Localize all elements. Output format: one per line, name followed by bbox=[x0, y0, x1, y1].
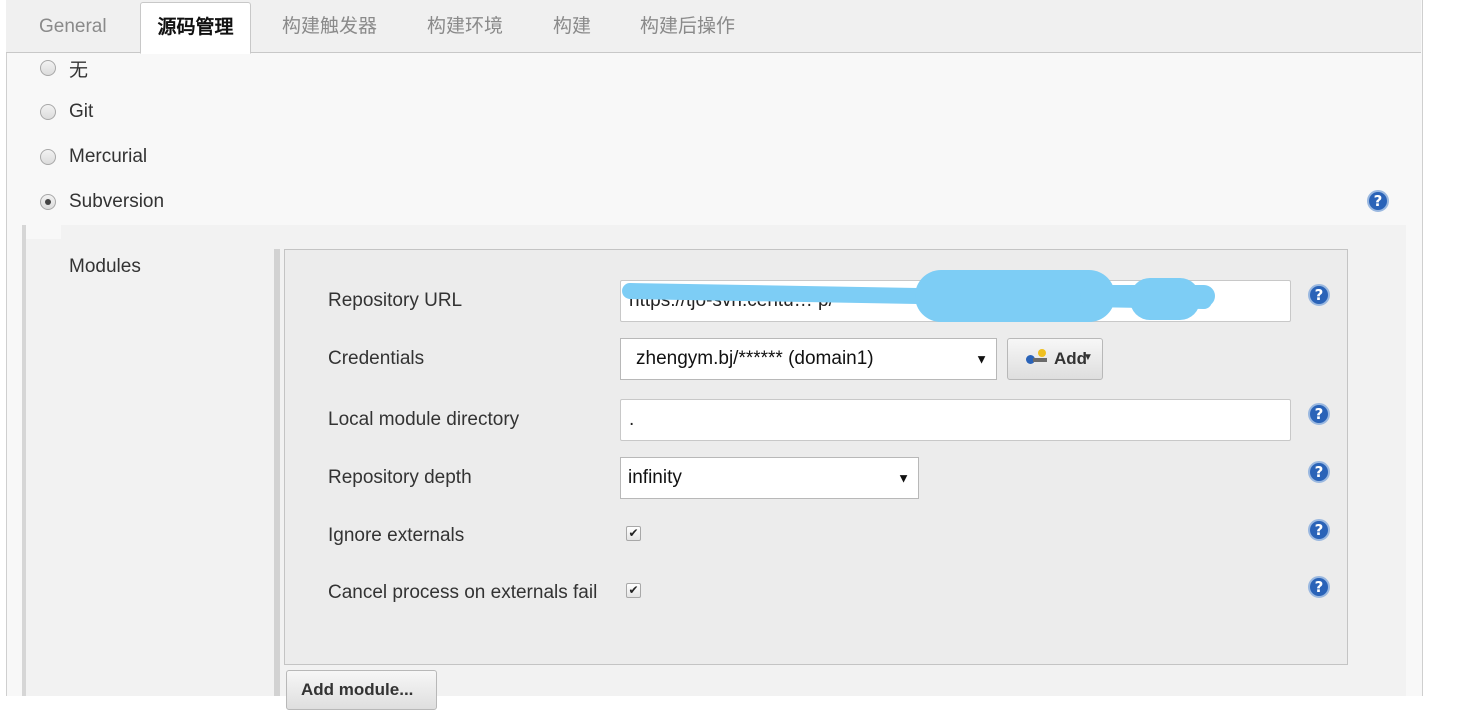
help-icon[interactable]: ? bbox=[1308, 461, 1330, 483]
scm-option-label: 无 bbox=[69, 59, 89, 81]
help-icon[interactable]: ? bbox=[1308, 576, 1330, 598]
ignore-externals-label: Ignore externals bbox=[328, 525, 465, 546]
modules-label: Modules bbox=[69, 256, 141, 277]
section-notch bbox=[26, 225, 61, 239]
ignore-externals-checkbox[interactable]: ✔ bbox=[626, 526, 641, 541]
scm-option-mercurial[interactable]: Mercurial bbox=[40, 142, 147, 172]
redaction-mark bbox=[1130, 278, 1200, 320]
tab-build[interactable]: 构建 bbox=[553, 0, 591, 52]
help-icon[interactable]: ? bbox=[1308, 284, 1330, 306]
local-module-directory-label: Local module directory bbox=[328, 409, 520, 430]
tab-build-environment[interactable]: 构建环境 bbox=[427, 0, 503, 52]
cancel-process-checkbox[interactable]: ✔ bbox=[626, 583, 641, 598]
radio-button[interactable] bbox=[40, 60, 56, 76]
repository-depth-label: Repository depth bbox=[328, 467, 472, 488]
repository-url-label: Repository URL bbox=[328, 290, 463, 311]
repository-depth-select[interactable]: infinity ▼ bbox=[620, 457, 919, 499]
scm-option-label: Mercurial bbox=[69, 146, 148, 167]
tab-post-build-actions[interactable]: 构建后操作 bbox=[640, 0, 735, 52]
radio-button[interactable] bbox=[40, 149, 56, 165]
local-module-directory-value: . bbox=[629, 409, 635, 430]
help-icon[interactable]: ? bbox=[1308, 403, 1330, 425]
add-credentials-button[interactable]: Add ▼ bbox=[1007, 338, 1103, 380]
add-module-button[interactable]: Add module... bbox=[286, 670, 437, 710]
scm-option-label: Git bbox=[69, 101, 94, 122]
section-indent-bar bbox=[22, 225, 26, 696]
radio-button[interactable] bbox=[40, 104, 56, 120]
chevron-down-icon: ▼ bbox=[975, 351, 988, 367]
modules-indent-bar bbox=[274, 249, 280, 696]
radio-button-selected[interactable] bbox=[40, 194, 56, 210]
tab-source-code-management[interactable]: 源码管理 bbox=[140, 2, 251, 54]
scm-option-label: Subversion bbox=[69, 191, 165, 212]
cancel-process-label: Cancel process on externals fail bbox=[328, 582, 598, 603]
scm-option-subversion[interactable]: Subversion bbox=[40, 187, 164, 217]
scm-option-git[interactable]: Git bbox=[40, 97, 93, 127]
tab-general[interactable]: General bbox=[39, 0, 107, 52]
local-module-directory-input[interactable]: . bbox=[620, 399, 1291, 441]
add-module-label: Add module... bbox=[301, 680, 414, 699]
key-icon bbox=[1026, 349, 1048, 366]
credentials-value: zhengym.bj/****** (domain1) bbox=[636, 348, 874, 369]
repository-depth-value: infinity bbox=[628, 467, 682, 488]
chevron-down-icon: ▼ bbox=[897, 470, 910, 486]
tab-build-triggers[interactable]: 构建触发器 bbox=[282, 0, 377, 52]
help-icon[interactable]: ? bbox=[1367, 190, 1389, 212]
help-icon[interactable]: ? bbox=[1308, 519, 1330, 541]
chevron-down-icon: ▼ bbox=[1083, 351, 1093, 363]
credentials-label: Credentials bbox=[328, 348, 425, 369]
scm-option-none[interactable]: 无 bbox=[40, 53, 88, 83]
credentials-select[interactable]: zhengym.bj/****** (domain1) ▼ bbox=[620, 338, 997, 380]
